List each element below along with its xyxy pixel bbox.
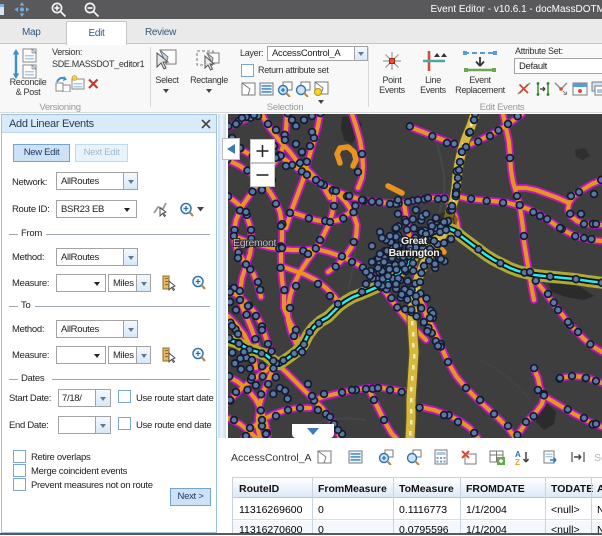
svg-text:Barrington: Barrington — [389, 247, 440, 259]
svg-text:Egremont: Egremont — [233, 237, 277, 249]
svg-text:Great: Great — [401, 235, 428, 247]
svg-text:Z: Z — [515, 458, 520, 465]
